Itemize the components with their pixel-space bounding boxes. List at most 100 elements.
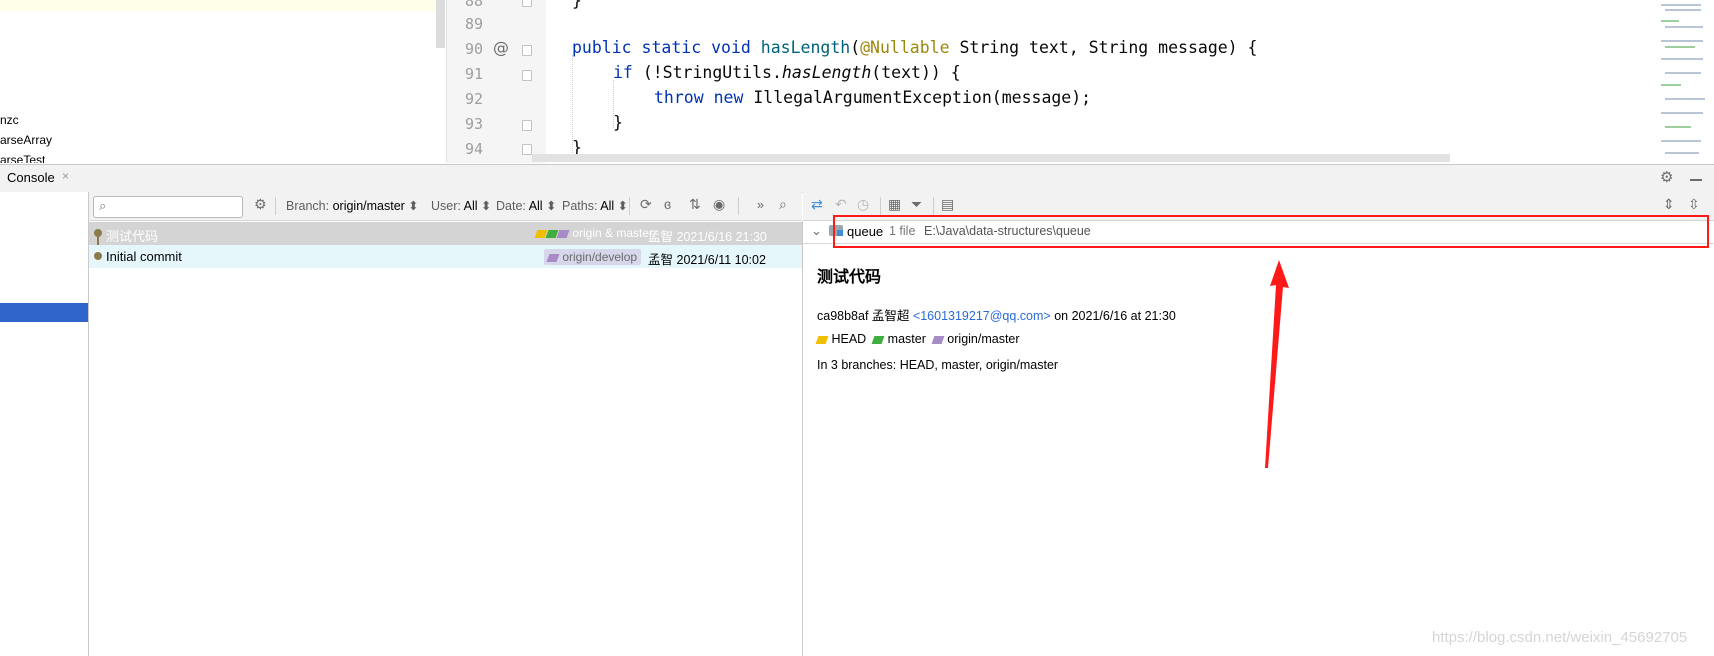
user-filter[interactable]: User: All ⬍ (431, 198, 492, 213)
more-icon[interactable]: » (757, 198, 764, 212)
settings-icon[interactable]: ⚙ (254, 196, 267, 213)
gear-icon[interactable]: ⚙ (1660, 168, 1673, 186)
code-token: IllegalArgumentException(message); (753, 88, 1092, 107)
tab-console[interactable]: Console (7, 170, 55, 185)
close-icon[interactable]: × (62, 169, 69, 183)
commit-list[interactable]: 测试代码 origin & master 孟智 2021/6/16 21:30 … (89, 221, 803, 656)
code-token: ( (850, 38, 861, 57)
line-number: 90 (464, 40, 483, 58)
code-editor[interactable]: } public static void hasLength(@Nullable… (546, 0, 1656, 163)
user-filter-value: All (463, 199, 478, 213)
line-number: 92 (464, 90, 483, 108)
tree-scrollbar[interactable] (436, 0, 445, 48)
selected-branch-row[interactable] (0, 303, 88, 322)
search-input[interactable]: ⌕ (93, 196, 243, 218)
table-row[interactable]: 测试代码 origin & master 孟智 2021/6/16 21:30 (89, 222, 802, 245)
fold-marker-icon[interactable] (522, 70, 532, 81)
eye-icon[interactable]: ◉ (713, 196, 725, 213)
collapse-all-icon[interactable]: ⇳ (1688, 196, 1700, 213)
code-token: new (713, 88, 744, 107)
commit-message: 测试代码 (106, 229, 159, 244)
minimap-line (1665, 126, 1691, 128)
containing-branches: In 3 branches: HEAD, master, origin/mast… (817, 358, 1059, 372)
paths-filter-label: Paths: (562, 199, 598, 213)
ref-label: master (887, 332, 926, 346)
editor-horizontal-scrollbar[interactable] (532, 154, 1450, 162)
ref-chip: origin/develop (544, 249, 642, 265)
fold-marker-icon[interactable] (522, 0, 532, 7)
user-filter-label: User: (431, 199, 461, 213)
commit-refs: origin & master (534, 226, 653, 240)
ref-label: origin/master (947, 332, 1020, 346)
code-token: (!StringUtils. (642, 63, 782, 82)
fold-marker-icon[interactable] (522, 45, 532, 56)
filter-icon[interactable]: ⏷ (911, 196, 922, 213)
sort-icon[interactable]: ⇅ (689, 196, 701, 213)
fold-marker-icon[interactable] (522, 120, 532, 131)
minimize-icon[interactable] (1690, 179, 1702, 181)
commit-hash[interactable]: ca98b8af (817, 309, 868, 323)
toolbar-separator (629, 197, 630, 215)
commit-node (94, 252, 102, 260)
branch-filter[interactable]: Branch: origin/master ⬍ (286, 198, 419, 213)
tag-icon (815, 335, 829, 344)
minimap-line (1665, 152, 1699, 154)
ref-label: HEAD (831, 332, 867, 346)
minimap-line (1665, 9, 1701, 11)
tag-icon (546, 253, 560, 262)
line-number: 93 (464, 115, 483, 133)
code-token: hasLength (760, 38, 851, 57)
code-line: public static void hasLength(@Nullable S… (572, 38, 1257, 57)
fold-marker-icon[interactable] (522, 144, 532, 155)
history-icon[interactable]: ◷ (857, 196, 869, 213)
project-tree: nzc arseArray arseTest (0, 0, 446, 163)
refresh-icon[interactable]: ⟳ (640, 196, 652, 213)
cherry-pick-icon[interactable]: ɞ (664, 196, 671, 212)
code-token: String text, String message) { (959, 38, 1258, 57)
minimap-line (1665, 98, 1705, 100)
tree-item[interactable]: arseArray (0, 133, 52, 147)
minimap-line (1665, 26, 1703, 28)
author-email-link[interactable]: <1601319217@qq.com> (913, 309, 1051, 323)
paths-filter[interactable]: Paths: All ⬍ (562, 198, 628, 213)
show-diff-icon[interactable]: ⇄ (811, 196, 823, 213)
code-line: } (572, 0, 582, 10)
table-row[interactable]: Initial commit origin/develop 孟智 2021/6/… (89, 245, 802, 268)
commit-refs-label: origin/develop (562, 250, 638, 264)
commit-author-name: 孟智 (648, 230, 674, 244)
code-token: public (572, 38, 632, 57)
commit-refs: origin/develop (544, 249, 642, 265)
code-line: throw new IllegalArgumentException(messa… (654, 88, 1091, 107)
commit-author: 孟智 2021/6/11 10:02 (648, 249, 766, 268)
implements-marker-icon[interactable]: @ (493, 38, 509, 57)
commit-meta: ca98b8af 孟智超 <1601319217@qq.com> on 2021… (817, 305, 1176, 324)
group-by-icon[interactable]: ▦ (888, 196, 901, 213)
commit-date: on 2021/6/16 at 21:30 (1054, 309, 1176, 323)
editor-gutter: 88 89 90 91 92 93 94 @ (446, 0, 547, 163)
layout-icon[interactable]: ▤ (941, 196, 954, 213)
chevron-down-icon[interactable]: ⌄ (811, 223, 822, 239)
code-token: hasLength (781, 63, 872, 82)
paths-filter-value: All (600, 199, 615, 213)
revert-icon[interactable]: ↶ (835, 196, 847, 213)
minimap-line (1661, 20, 1679, 22)
watermark: https://blog.csdn.net/weixin_45692705 (1432, 629, 1688, 646)
commit-author-name: 孟智超 (871, 309, 910, 323)
minimap-line (1665, 72, 1701, 74)
tree-item[interactable]: nzc (0, 113, 19, 127)
date-filter-value: All (528, 199, 543, 213)
tag-icon (556, 229, 570, 238)
minimap-line (1661, 84, 1681, 86)
branch-filter-value: origin/master (332, 199, 405, 213)
toolbar-separator (738, 197, 739, 215)
log-toolbar: ⌕ ⚙ Branch: origin/master ⬍ User: All ⬍ … (89, 192, 802, 221)
editor-minimap[interactable] (1655, 0, 1714, 163)
search-icon[interactable]: ⌕ (779, 196, 787, 213)
tree-item[interactable]: arseTest (0, 153, 45, 163)
commit-ref-list: HEAD master origin/master (815, 332, 1020, 346)
expand-all-icon[interactable]: ⇕ (1663, 196, 1675, 213)
date-filter[interactable]: Date: All ⬍ (496, 198, 557, 213)
minimap-line (1661, 40, 1703, 42)
commit-date: 2021/6/11 10:02 (676, 253, 766, 267)
line-number: 89 (464, 15, 483, 33)
